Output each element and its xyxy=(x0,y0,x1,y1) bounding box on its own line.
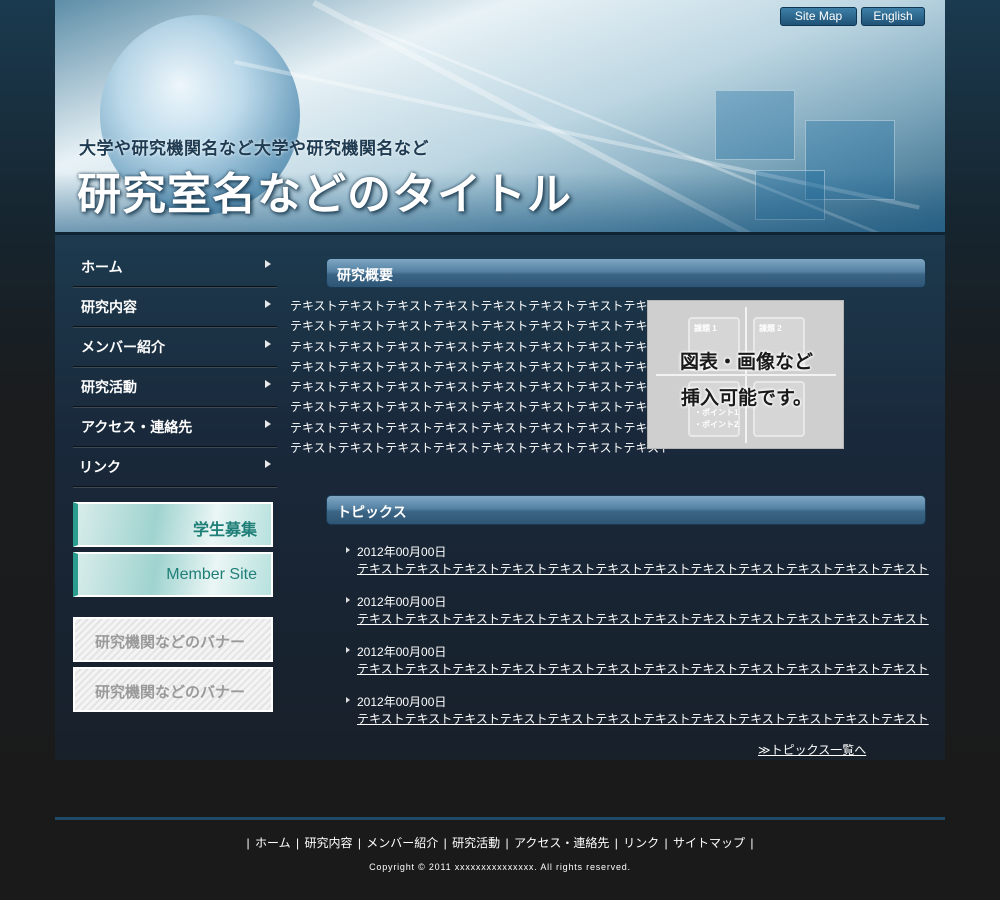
footer-nav: | ホーム | 研究内容 | メンバー紹介 | 研究活動 | アクセス・連絡先 … xyxy=(0,834,1000,851)
text-line: テキストテキストテキストテキストテキストテキストテキストテキスト xyxy=(290,299,672,313)
nav-item-links[interactable]: リンク xyxy=(73,447,277,487)
ghost-label: ・ポイント2 xyxy=(694,420,739,429)
institution-banner[interactable]: 研究機関などのバナー xyxy=(73,667,273,712)
nav-item-label: リンク xyxy=(79,459,121,475)
section-title: 研究概要 xyxy=(337,267,393,283)
footer-link-home[interactable]: ホーム xyxy=(255,836,291,850)
banner-label: Member Site xyxy=(166,566,257,583)
english-button[interactable]: English xyxy=(861,7,925,26)
institution-banner[interactable]: 研究機関などのバナー xyxy=(73,617,273,662)
topic-link[interactable]: テキストテキストテキストテキストテキストテキストテキストテキストテキストテキスト… xyxy=(357,710,929,727)
copyright-text: Copyright © 2011 xxxxxxxxxxxxxxx. All ri… xyxy=(369,862,631,872)
nav-item-label: ホーム xyxy=(81,259,123,275)
topics-more-link[interactable]: ≫トピックス一覧へ xyxy=(758,741,866,758)
figure-caption: 挿入可能です。 xyxy=(680,388,813,409)
axis-line xyxy=(656,374,836,376)
member-site-banner[interactable]: Member Site xyxy=(73,552,273,597)
footer-separator: | xyxy=(505,836,509,850)
footer-divider xyxy=(55,817,945,820)
arrow-right-icon xyxy=(265,300,271,308)
ghost-label: 課題 1 xyxy=(694,324,717,333)
figure-caption: 図表・画像など xyxy=(679,352,813,373)
footer-separator: | xyxy=(750,836,754,850)
site-title: 研究室名などのタイトル xyxy=(77,170,572,219)
bullet-icon xyxy=(346,647,350,653)
topics-heading: トピックス xyxy=(326,495,926,525)
arrow-right-icon xyxy=(265,380,271,388)
decor-panel xyxy=(715,90,795,160)
topic-link[interactable]: テキストテキストテキストテキストテキストテキストテキストテキストテキストテキスト… xyxy=(357,660,929,677)
text-line: テキストテキストテキストテキストテキストテキストテキストテキスト xyxy=(290,400,672,415)
ghost-label: 課題 2 xyxy=(759,324,782,333)
topic-link[interactable]: テキストテキストテキストテキストテキストテキストテキストテキストテキストテキスト… xyxy=(357,610,929,627)
recruit-banner[interactable]: 学生募集 xyxy=(73,502,273,547)
footer-separator: | xyxy=(664,836,668,850)
text-line: テキストテキストテキストテキストテキストテキストテキストテキスト xyxy=(290,420,672,435)
text-line: テキストテキストテキストテキストテキストテキストテキストテキスト xyxy=(290,441,672,456)
text-line: テキストテキストテキストテキストテキストテキストテキストテキスト xyxy=(290,359,672,374)
footer-link-sitemap[interactable]: サイトマップ xyxy=(673,836,745,850)
topic-date: 2012年00月00日 xyxy=(357,595,447,609)
nav-item-access[interactable]: アクセス・連絡先 xyxy=(73,407,277,447)
nav-item-label: メンバー紹介 xyxy=(81,339,165,355)
text-line: テキストテキストテキストテキストテキストテキストテキストテキスト xyxy=(290,319,672,334)
sidebar-nav: ホーム 研究内容 メンバー紹介 研究活動 アクセス・連絡先 リンク xyxy=(73,247,277,487)
overview-text: テキストテキストテキストテキストテキストテキストテキストテキスト テキストテキス… xyxy=(290,296,672,458)
figure-placeholder: 課題 1 課題 2 ・ポイント1 ・ポイント2 図表・画像など 挿入可能です。 xyxy=(647,300,844,449)
bullet-icon xyxy=(346,597,350,603)
nav-item-label: 研究内容 xyxy=(81,299,137,315)
footer-separator: | xyxy=(295,836,300,850)
footer-separator: | xyxy=(443,836,447,850)
topic-date: 2012年00月00日 xyxy=(357,645,447,659)
header-banner: Site Map English 大学や研究機関名など大学や研究機関名など 研究… xyxy=(55,0,945,232)
topic-link[interactable]: テキストテキストテキストテキストテキストテキストテキストテキストテキストテキスト… xyxy=(357,560,929,577)
bullet-icon xyxy=(346,547,350,553)
sitemap-button[interactable]: Site Map xyxy=(780,7,857,26)
footer-separator: | xyxy=(246,836,250,850)
section-title: トピックス xyxy=(337,504,407,520)
arrow-right-icon xyxy=(265,260,271,268)
banner-label: 学生募集 xyxy=(192,522,257,539)
nav-item-home[interactable]: ホーム xyxy=(73,247,277,287)
footer-link-research[interactable]: 研究内容 xyxy=(304,836,352,850)
topic-date: 2012年00月00日 xyxy=(357,545,447,559)
banner-label: 研究機関などのバナー xyxy=(95,634,246,651)
arrow-right-icon xyxy=(265,460,271,468)
arrow-right-icon xyxy=(265,420,271,428)
topic-date: 2012年00月00日 xyxy=(357,695,447,709)
text-line: テキストテキストテキストテキストテキストテキストテキストテキスト xyxy=(290,339,672,354)
footer-link-activities[interactable]: 研究活動 xyxy=(452,836,500,850)
footer-link-links[interactable]: リンク xyxy=(623,836,659,850)
nav-item-research[interactable]: 研究内容 xyxy=(73,287,277,327)
footer-link-members[interactable]: メンバー紹介 xyxy=(366,836,438,850)
nav-item-label: 研究活動 xyxy=(81,379,137,395)
text-line: テキストテキストテキストテキストテキストテキストテキストテキスト xyxy=(290,380,672,395)
footer-separator: | xyxy=(357,836,361,850)
nav-item-activities[interactable]: 研究活動 xyxy=(73,367,277,407)
footer-link-access[interactable]: アクセス・連絡先 xyxy=(514,836,609,850)
nav-item-members[interactable]: メンバー紹介 xyxy=(73,327,277,367)
bullet-icon xyxy=(346,697,350,703)
arrow-right-icon xyxy=(265,340,271,348)
footer-separator: | xyxy=(614,836,618,850)
site-subtitle: 大学や研究機関名など大学や研究機関名など xyxy=(79,139,429,158)
nav-item-label: アクセス・連絡先 xyxy=(81,419,193,435)
banner-label: 研究機関などのバナー xyxy=(95,684,246,701)
overview-heading: 研究概要 xyxy=(326,258,926,288)
